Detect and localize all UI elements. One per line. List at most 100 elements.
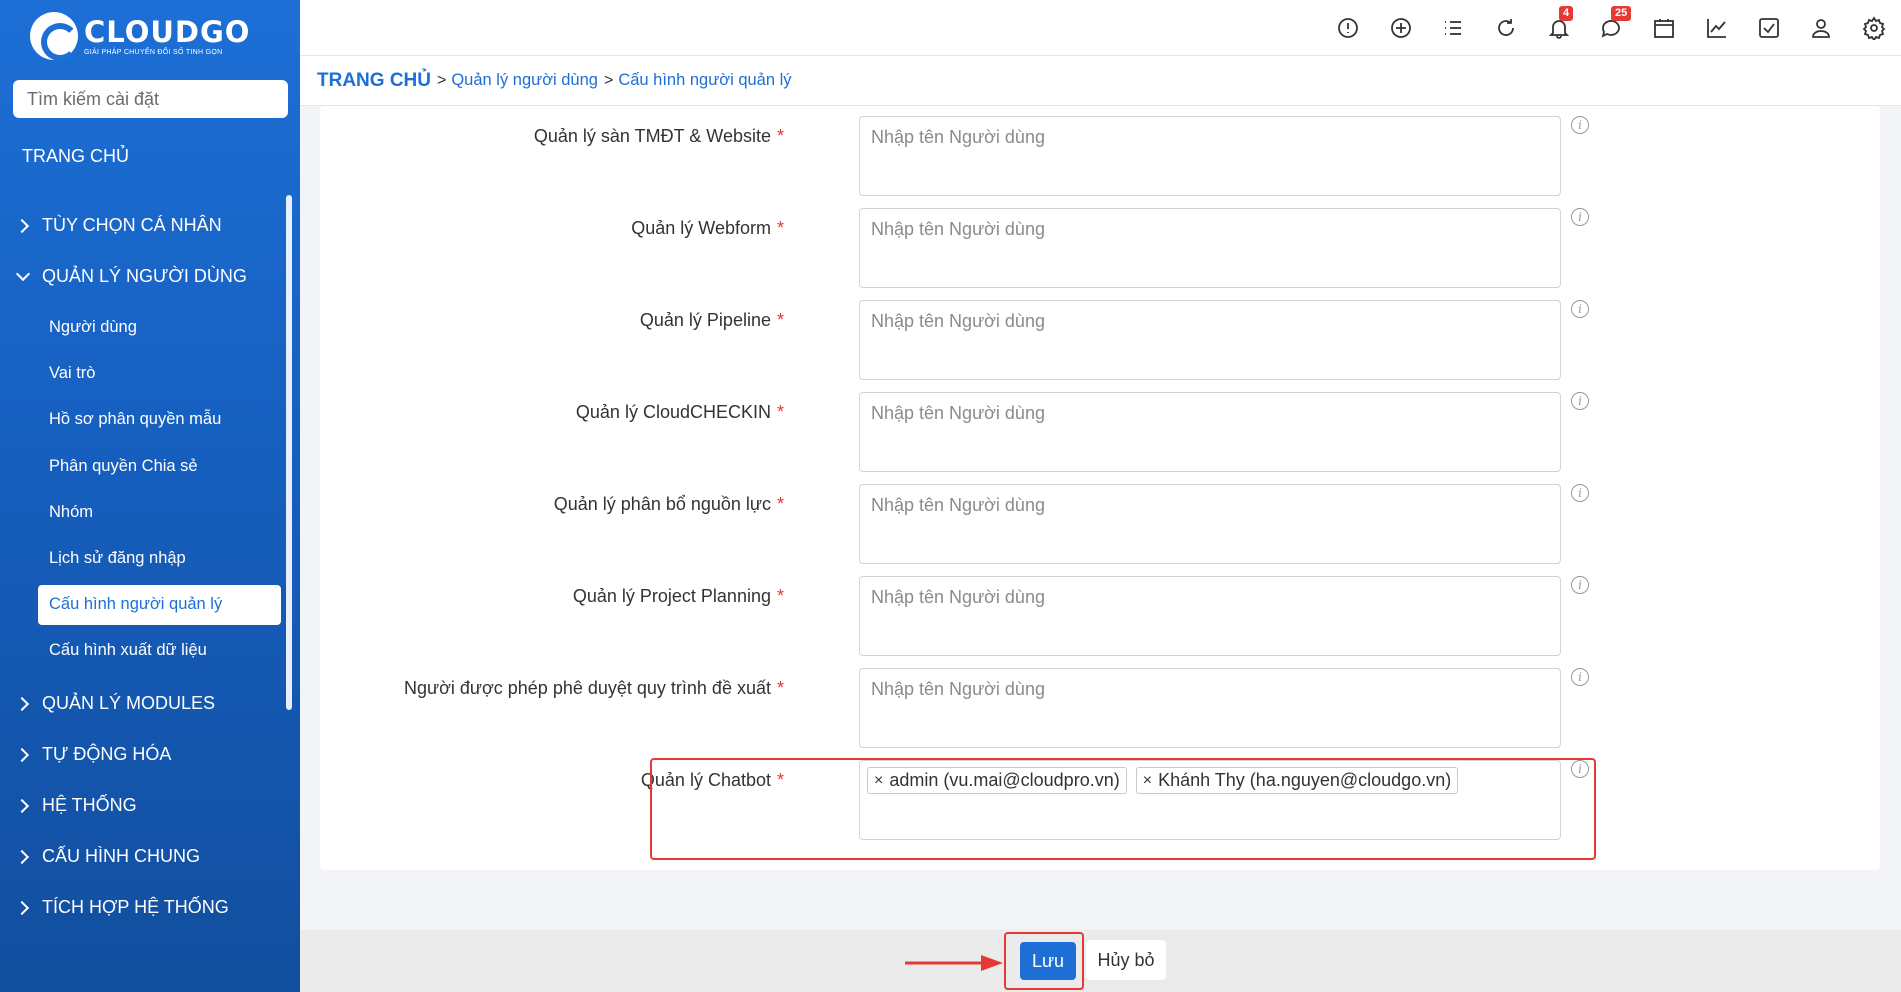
chevron-right-icon <box>16 799 30 813</box>
messages-badge: 25 <box>1611 6 1632 21</box>
selected-user-tag: × admin (vu.mai@cloudpro.vn) <box>867 767 1127 794</box>
sidebar-item-modules[interactable]: QUẢN LÝ MODULES <box>0 678 290 729</box>
field-label: Quản lý sàn TMĐT & Website * <box>533 126 784 146</box>
sidebar-item-label: TÍCH HỢP HỆ THỐNG <box>42 897 229 918</box>
webform-manager-input[interactable]: Nhập tên Người dùng <box>859 208 1561 288</box>
notifications-badge: 4 <box>1559 6 1574 21</box>
gear-icon[interactable] <box>1861 15 1887 41</box>
sidebar-item-label: QUẢN LÝ NGƯỜI DÙNG <box>42 266 247 286</box>
remove-tag-icon[interactable]: × <box>1143 772 1152 790</box>
field-label: Quản lý CloudCHECKIN * <box>575 402 784 422</box>
cancel-button[interactable]: Hủy bỏ <box>1086 940 1166 980</box>
chart-icon[interactable] <box>1704 15 1730 41</box>
chatbot-manager-input[interactable]: × admin (vu.mai@cloudpro.vn) × Khánh Thy… <box>859 760 1561 840</box>
sidebar-subitem-sharing-permissions[interactable]: Phân quyền Chia sẻ <box>0 443 290 489</box>
info-icon[interactable]: i <box>1571 116 1589 134</box>
chevron-right-icon <box>16 697 30 711</box>
breadcrumb-manager-config[interactable]: Cấu hình người quản lý <box>618 71 791 90</box>
remove-tag-icon[interactable]: × <box>874 772 883 790</box>
sidebar-subitem-roles[interactable]: Vai trò <box>0 350 290 396</box>
sidebar: CLOUDGO GIẢI PHÁP CHUYỂN ĐỔI SỐ TINH GỌN… <box>0 0 300 992</box>
info-icon[interactable]: i <box>1571 484 1589 502</box>
sidebar-item-automation[interactable]: TỰ ĐỘNG HÓA <box>0 729 290 780</box>
chevron-right-icon <box>16 901 30 915</box>
logo-name: CLOUDGO <box>84 14 251 49</box>
sidebar-home-link[interactable]: TRANG CHỦ <box>22 146 129 167</box>
form-row: Quản lý Chatbot * × admin (vu.mai@cloudpr… <box>320 750 1880 840</box>
form-row: Quản lý Project Planning * Nhập tên Người… <box>320 566 1880 656</box>
sidebar-item-label: TỰ ĐỘNG HÓA <box>42 744 172 765</box>
sidebar-scrollbar[interactable] <box>286 195 292 710</box>
form-row: Quản lý Webform * Nhập tên Người dùng i <box>320 198 1880 288</box>
project-planning-manager-input[interactable]: Nhập tên Người dùng <box>859 576 1561 656</box>
plus-circle-icon[interactable] <box>1388 15 1414 41</box>
chevron-down-icon <box>16 270 30 284</box>
ecommerce-manager-input[interactable]: Nhập tên Người dùng <box>859 116 1561 196</box>
form-row: Quản lý phân bổ nguồn lực * Nhập tên Ngườ… <box>320 474 1880 564</box>
field-label: Quản lý Pipeline * <box>639 310 784 330</box>
sidebar-item-label: TÙY CHỌN CÁ NHÂN <box>42 215 222 235</box>
bell-icon[interactable]: 4 <box>1546 6 1574 41</box>
chat-icon[interactable]: 25 <box>1598 6 1632 41</box>
user-icon[interactable] <box>1808 15 1834 41</box>
chevron-right-icon <box>16 219 30 233</box>
breadcrumb-user-management[interactable]: Quản lý người dùng <box>451 71 598 90</box>
list-icon[interactable] <box>1440 15 1466 41</box>
field-label: Quản lý Project Planning * <box>572 586 784 606</box>
sidebar-subitem-users[interactable]: Người dùng <box>0 304 290 350</box>
info-icon[interactable]: i <box>1571 576 1589 594</box>
form-row: Quản lý sàn TMĐT & Website * Nhập tên Ngư… <box>320 106 1880 196</box>
field-label: Quản lý Webform * <box>631 218 784 238</box>
info-icon[interactable]: i <box>1571 208 1589 226</box>
tag-label: admin (vu.mai@cloudpro.vn) <box>889 770 1120 790</box>
form-row: Quản lý CloudCHECKIN * Nhập tên Người dùn… <box>320 382 1880 472</box>
settings-search-input[interactable] <box>13 80 288 118</box>
tag-label: Khánh Thy (ha.nguyen@cloudgo.vn) <box>1158 770 1452 790</box>
manager-config-form: Quản lý sàn TMĐT & Website * Nhập tên Ngư… <box>320 106 1880 870</box>
sidebar-item-label: HỆ THỐNG <box>42 795 137 816</box>
annotation-arrow-icon <box>905 955 1003 971</box>
info-icon[interactable]: i <box>1571 392 1589 410</box>
form-row: Người được phép phê duyệt quy trình đề x… <box>320 658 1880 748</box>
sidebar-subitem-login-history[interactable]: Lịch sử đăng nhập <box>0 535 290 581</box>
breadcrumb-separator: > <box>437 71 447 89</box>
info-icon[interactable]: i <box>1571 760 1589 778</box>
logo-tagline: GIẢI PHÁP CHUYỂN ĐỔI SỐ TINH GỌN <box>84 48 223 56</box>
breadcrumb: TRANG CHỦ > Quản lý người dùng > Cấu hìn… <box>300 56 1901 106</box>
cloudcheckin-manager-input[interactable]: Nhập tên Người dùng <box>859 392 1561 472</box>
sidebar-item-integrations[interactable]: TÍCH HỢP HỆ THỐNG <box>0 882 290 933</box>
sidebar-subitem-groups[interactable]: Nhóm <box>0 489 290 535</box>
alert-icon[interactable] <box>1335 15 1361 41</box>
form-row: Quản lý Pipeline * Nhập tên Người dùng i <box>320 290 1880 380</box>
chevron-right-icon <box>16 850 30 864</box>
sidebar-item-personal-options[interactable]: TÙY CHỌN CÁ NHÂN <box>0 200 290 251</box>
pipeline-manager-input[interactable]: Nhập tên Người dùng <box>859 300 1561 380</box>
sidebar-item-user-management[interactable]: QUẢN LÝ NGƯỜI DÙNG <box>0 251 290 302</box>
selected-user-tag: × Khánh Thy (ha.nguyen@cloudgo.vn) <box>1135 767 1459 794</box>
proposal-approver-input[interactable]: Nhập tên Người dùng <box>859 668 1561 748</box>
info-icon[interactable]: i <box>1571 668 1589 686</box>
sidebar-item-system[interactable]: HỆ THỐNG <box>0 780 290 831</box>
sidebar-subitem-permission-profiles[interactable]: Hồ sơ phân quyền mẫu <box>0 397 290 443</box>
breadcrumb-separator: > <box>603 71 614 89</box>
field-label: Người được phép phê duyệt quy trình đề x… <box>404 678 784 698</box>
sidebar-item-label: CẤU HÌNH CHUNG <box>42 846 201 867</box>
calendar-icon[interactable] <box>1651 15 1677 41</box>
cloudgo-logo-icon <box>30 12 79 61</box>
chevron-right-icon <box>16 748 30 762</box>
top-bar: 4 25 <box>300 0 1901 56</box>
info-icon[interactable]: i <box>1571 300 1589 318</box>
breadcrumb-home[interactable]: TRANG CHỦ <box>317 70 431 92</box>
sidebar-subitem-export-config[interactable]: Cấu hình xuất dữ liệu <box>0 628 290 674</box>
sidebar-item-label: QUẢN LÝ MODULES <box>42 693 216 714</box>
sidebar-subitem-manager-config[interactable]: Cấu hình người quản lý <box>38 584 281 625</box>
logo[interactable]: CLOUDGO GIẢI PHÁP CHUYỂN ĐỔI SỐ TINH GỌN <box>30 12 251 61</box>
refresh-icon[interactable] <box>1493 15 1519 41</box>
checkbox-icon[interactable] <box>1756 15 1782 41</box>
sidebar-menu: TÙY CHỌN CÁ NHÂN QUẢN LÝ NGƯỜI DÙNG Ngườ… <box>0 200 290 933</box>
user-management-submenu: Người dùng Vai trò Hồ sơ phân quyền mẫu … <box>0 302 290 678</box>
sidebar-item-general-config[interactable]: CẤU HÌNH CHUNG <box>0 831 290 882</box>
save-button[interactable]: Lưu <box>1020 942 1076 980</box>
field-label: Quản lý Chatbot * <box>640 770 784 790</box>
resource-allocation-manager-input[interactable]: Nhập tên Người dùng <box>859 484 1561 564</box>
